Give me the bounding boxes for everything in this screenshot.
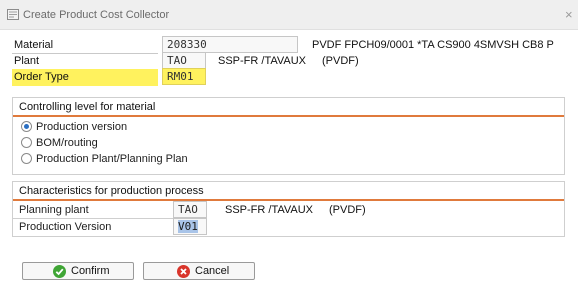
order-type-field[interactable]: RM01 (162, 68, 206, 85)
production-version-label: Production Version (19, 221, 112, 233)
cancel-button[interactable]: Cancel (143, 262, 255, 280)
planning-plant-field[interactable]: TAO (173, 201, 207, 218)
characteristics-title: Characteristics for production process (19, 185, 204, 197)
radio-bom-routing[interactable]: BOM/routing (21, 135, 98, 151)
controlling-level-group: Controlling level for material Productio… (12, 97, 565, 175)
characteristics-group: Characteristics for production process P… (12, 181, 565, 237)
radio-unselected-icon[interactable] (21, 153, 32, 164)
radio-bom-routing-label: BOM/routing (36, 137, 98, 149)
radio-production-version-label: Production version (36, 121, 128, 133)
planning-plant-code: (PVDF) (329, 204, 366, 216)
plant-field[interactable]: TAO (162, 52, 206, 69)
check-circle-icon (53, 265, 66, 278)
plant-code: (PVDF) (322, 55, 359, 67)
material-description: PVDF FPCH09/0001 *TA CS900 4SMVSH CB8 P (312, 39, 554, 51)
radio-unselected-icon[interactable] (21, 137, 32, 148)
radio-production-version[interactable]: Production version (21, 119, 127, 135)
material-field[interactable]: 208330 (162, 36, 298, 53)
production-version-value: V01 (178, 220, 198, 233)
cancel-circle-icon (177, 265, 190, 278)
dialog-title-bar: Create Product Cost Collector × (0, 0, 578, 30)
planning-plant-name: SSP-FR /TAVAUX (225, 204, 314, 216)
cancel-label: Cancel (195, 265, 230, 277)
production-version-field[interactable]: V01 (173, 218, 207, 235)
radio-production-plant[interactable]: Production Plant/Planning Plan (21, 151, 188, 167)
group-title-rule (13, 115, 564, 117)
material-label: Material (14, 39, 54, 51)
radio-production-plant-label: Production Plant/Planning Plan (36, 153, 188, 165)
create-document-icon (7, 9, 19, 20)
confirm-button[interactable]: Confirm (22, 262, 134, 280)
radio-selected-icon[interactable] (21, 121, 32, 132)
order-type-label: Order Type (14, 71, 69, 83)
group-title-rule (13, 199, 564, 201)
plant-name: SSP-FR /TAVAUX (218, 55, 307, 67)
plant-label: Plant (14, 55, 40, 67)
close-icon[interactable]: × (565, 8, 573, 21)
confirm-label: Confirm (71, 265, 110, 277)
planning-plant-label: Planning plant (13, 202, 193, 219)
dialog-title: Create Product Cost Collector (23, 9, 170, 21)
controlling-level-title: Controlling level for material (19, 101, 156, 113)
